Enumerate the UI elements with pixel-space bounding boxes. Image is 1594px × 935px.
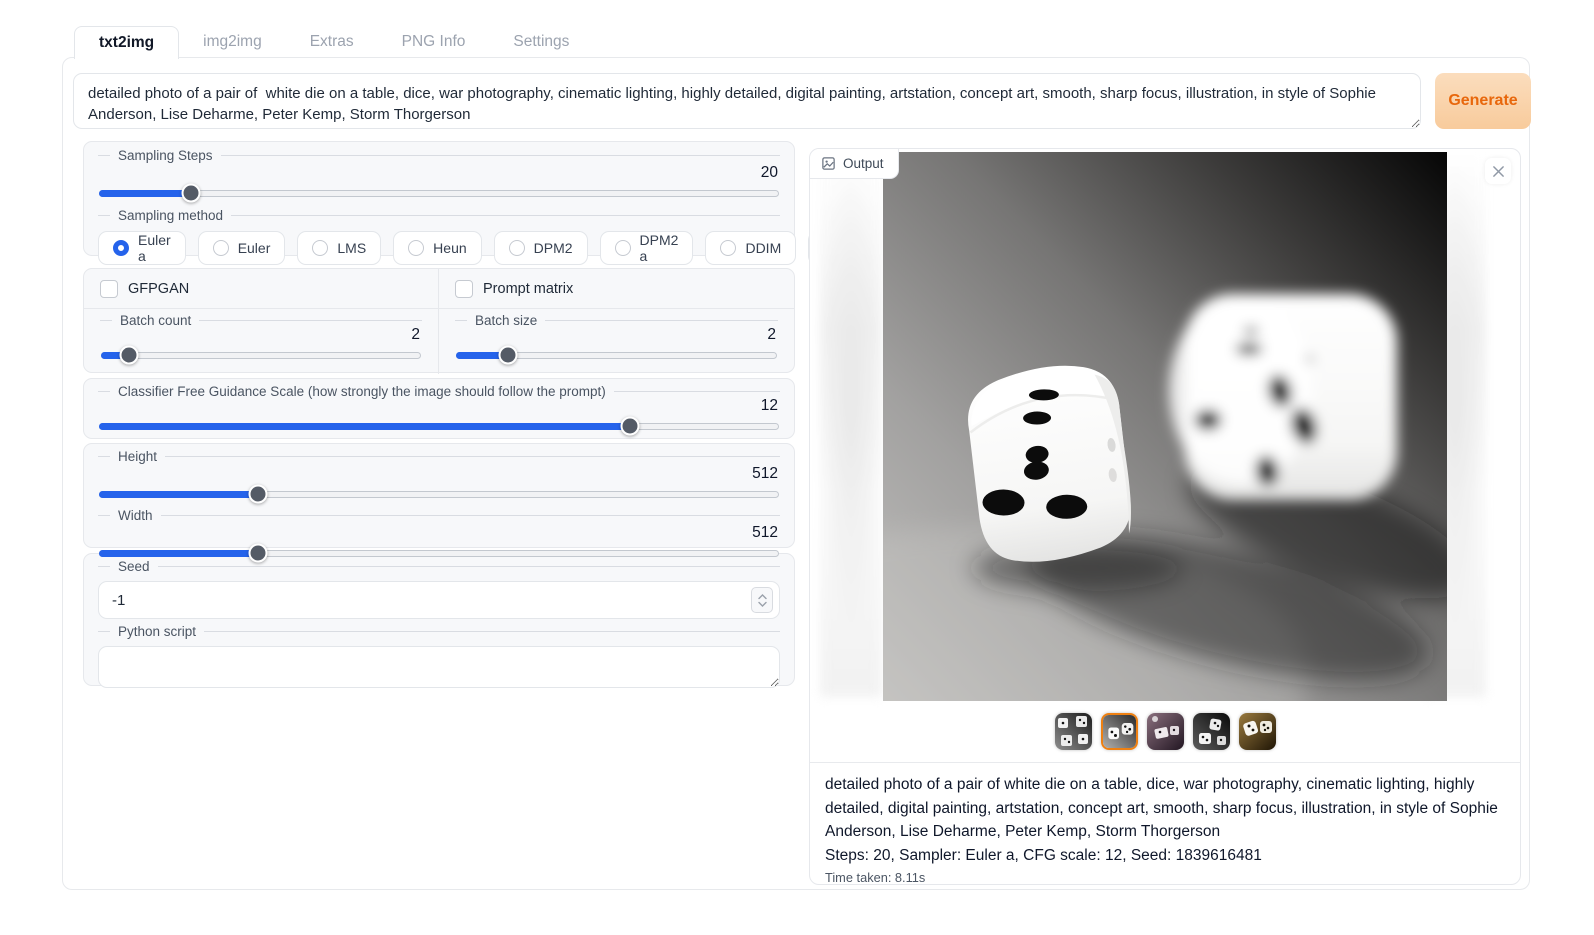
radio-label: Euler xyxy=(238,240,271,256)
cfg-scale-slider[interactable] xyxy=(98,417,780,435)
radio-label: DPM2 xyxy=(534,240,573,256)
radio-euler-a[interactable]: Euler a xyxy=(98,231,186,265)
image-icon xyxy=(821,156,836,171)
prompt-matrix-checkbox[interactable] xyxy=(455,280,473,298)
thumbnail-1[interactable] xyxy=(1055,713,1092,750)
cfg-scale-group: Classifier Free Guidance Scale (how stro… xyxy=(83,378,795,439)
slider-track xyxy=(99,423,779,430)
radio-icon xyxy=(720,240,736,256)
previous-image-peek xyxy=(820,155,882,697)
slider-track xyxy=(101,352,421,359)
batch-count-slider[interactable] xyxy=(100,346,422,364)
tab-settings[interactable]: Settings xyxy=(489,26,593,59)
tab-bar: txt2img img2img Extras PNG Info Settings xyxy=(74,26,593,59)
close-icon xyxy=(1492,165,1505,178)
seed-script-group: Seed Python script xyxy=(83,553,795,686)
python-script-input[interactable] xyxy=(98,646,780,688)
radio-icon xyxy=(615,240,631,256)
radio-lms[interactable]: LMS xyxy=(297,231,381,265)
close-output-button[interactable] xyxy=(1485,158,1511,184)
prompt-row: detailed photo of a pair of white die on… xyxy=(73,73,1531,129)
radio-icon xyxy=(509,240,525,256)
output-panel: Output xyxy=(809,148,1521,885)
tab-png-info[interactable]: PNG Info xyxy=(378,26,490,59)
height-label: Height xyxy=(98,449,780,464)
sampling-steps-value: 20 xyxy=(98,164,778,182)
sampling-method-options: Euler a Euler LMS Heun DPM2 DPM2 a DDIM … xyxy=(98,231,780,265)
seed-input[interactable] xyxy=(98,581,780,619)
height-slider[interactable] xyxy=(98,485,780,503)
radio-heun[interactable]: Heun xyxy=(393,231,481,265)
batch-size-slider[interactable] xyxy=(455,346,778,364)
prompt-matrix-label: Prompt matrix xyxy=(483,281,573,297)
slider-handle[interactable] xyxy=(249,543,268,562)
thumbnail-4[interactable] xyxy=(1193,713,1230,750)
slider-handle[interactable] xyxy=(620,416,639,435)
caption-prompt: detailed photo of a pair of white die on… xyxy=(825,773,1505,844)
slider-handle[interactable] xyxy=(249,484,268,503)
radio-icon xyxy=(213,240,229,256)
generation-info: detailed photo of a pair of white die on… xyxy=(810,762,1520,885)
sampling-method-label: Sampling method xyxy=(98,208,780,223)
width-value: 512 xyxy=(98,524,778,542)
slider-track xyxy=(99,550,779,557)
width-slider[interactable] xyxy=(98,544,780,562)
dimensions-group: Height 512 Width 512 xyxy=(83,443,795,548)
output-gallery xyxy=(810,149,1520,705)
radio-euler[interactable]: Euler xyxy=(198,231,286,265)
thumbnail-2-selected[interactable] xyxy=(1101,713,1138,750)
tab-extras[interactable]: Extras xyxy=(286,26,378,59)
txt2img-panel: detailed photo of a pair of white die on… xyxy=(62,57,1530,890)
caption-parameters: Steps: 20, Sampler: Euler a, CFG scale: … xyxy=(825,844,1505,868)
python-script-label: Python script xyxy=(98,624,780,639)
radio-label: Heun xyxy=(433,240,466,256)
radio-ddim[interactable]: DDIM xyxy=(705,231,796,265)
slider-handle[interactable] xyxy=(182,183,201,202)
radio-icon xyxy=(312,240,328,256)
sampling-group: Sampling Steps 20 Sampling method Euler … xyxy=(83,141,795,256)
radio-icon xyxy=(408,240,424,256)
generated-image[interactable] xyxy=(883,152,1447,701)
sampling-steps-slider[interactable] xyxy=(98,184,780,202)
prompt-input[interactable]: detailed photo of a pair of white die on… xyxy=(73,73,1421,129)
tab-txt2img[interactable]: txt2img xyxy=(74,26,179,59)
caption-time-taken: Time taken: 8.11s xyxy=(825,870,1505,885)
radio-label: Euler a xyxy=(138,232,171,264)
radio-label: DDIM xyxy=(745,240,781,256)
radio-label: LMS xyxy=(337,240,366,256)
generate-button[interactable]: Generate xyxy=(1435,73,1531,129)
batch-options-group: GFPGAN Prompt matrix Batch count 2 Batch… xyxy=(83,268,795,373)
cfg-scale-value: 12 xyxy=(98,397,778,415)
chevron-up-icon xyxy=(758,594,767,600)
radio-label: DPM2 a xyxy=(640,232,679,264)
output-label-chip: Output xyxy=(810,149,899,179)
radio-selected-icon xyxy=(113,240,129,256)
gallery-thumbnails xyxy=(810,713,1520,750)
gfpgan-checkbox[interactable] xyxy=(100,280,118,298)
gfpgan-option[interactable]: GFPGAN xyxy=(84,269,439,309)
chevron-down-icon xyxy=(758,601,767,607)
thumbnail-3[interactable] xyxy=(1147,713,1184,750)
radio-dpm2[interactable]: DPM2 xyxy=(494,231,588,265)
seed-stepper[interactable] xyxy=(751,587,773,613)
width-label: Width xyxy=(98,508,780,523)
seed-field xyxy=(98,581,780,619)
batch-count-field: Batch count 2 xyxy=(84,309,439,374)
batch-size-value: 2 xyxy=(455,326,776,344)
slider-track xyxy=(99,491,779,498)
prompt-matrix-option[interactable]: Prompt matrix xyxy=(439,269,794,309)
sampling-steps-label: Sampling Steps xyxy=(98,148,780,163)
gfpgan-label: GFPGAN xyxy=(128,281,189,297)
slider-track xyxy=(99,190,779,197)
output-label: Output xyxy=(843,156,884,171)
slider-handle[interactable] xyxy=(498,345,517,364)
radio-dpm2-a[interactable]: DPM2 a xyxy=(600,231,694,265)
slider-handle[interactable] xyxy=(119,345,138,364)
batch-size-field: Batch size 2 xyxy=(439,309,794,374)
thumbnail-5[interactable] xyxy=(1239,713,1276,750)
batch-count-value: 2 xyxy=(100,326,420,344)
tab-img2img[interactable]: img2img xyxy=(179,26,286,59)
height-value: 512 xyxy=(98,465,778,483)
controls-column: Sampling Steps 20 Sampling method Euler … xyxy=(83,141,795,686)
